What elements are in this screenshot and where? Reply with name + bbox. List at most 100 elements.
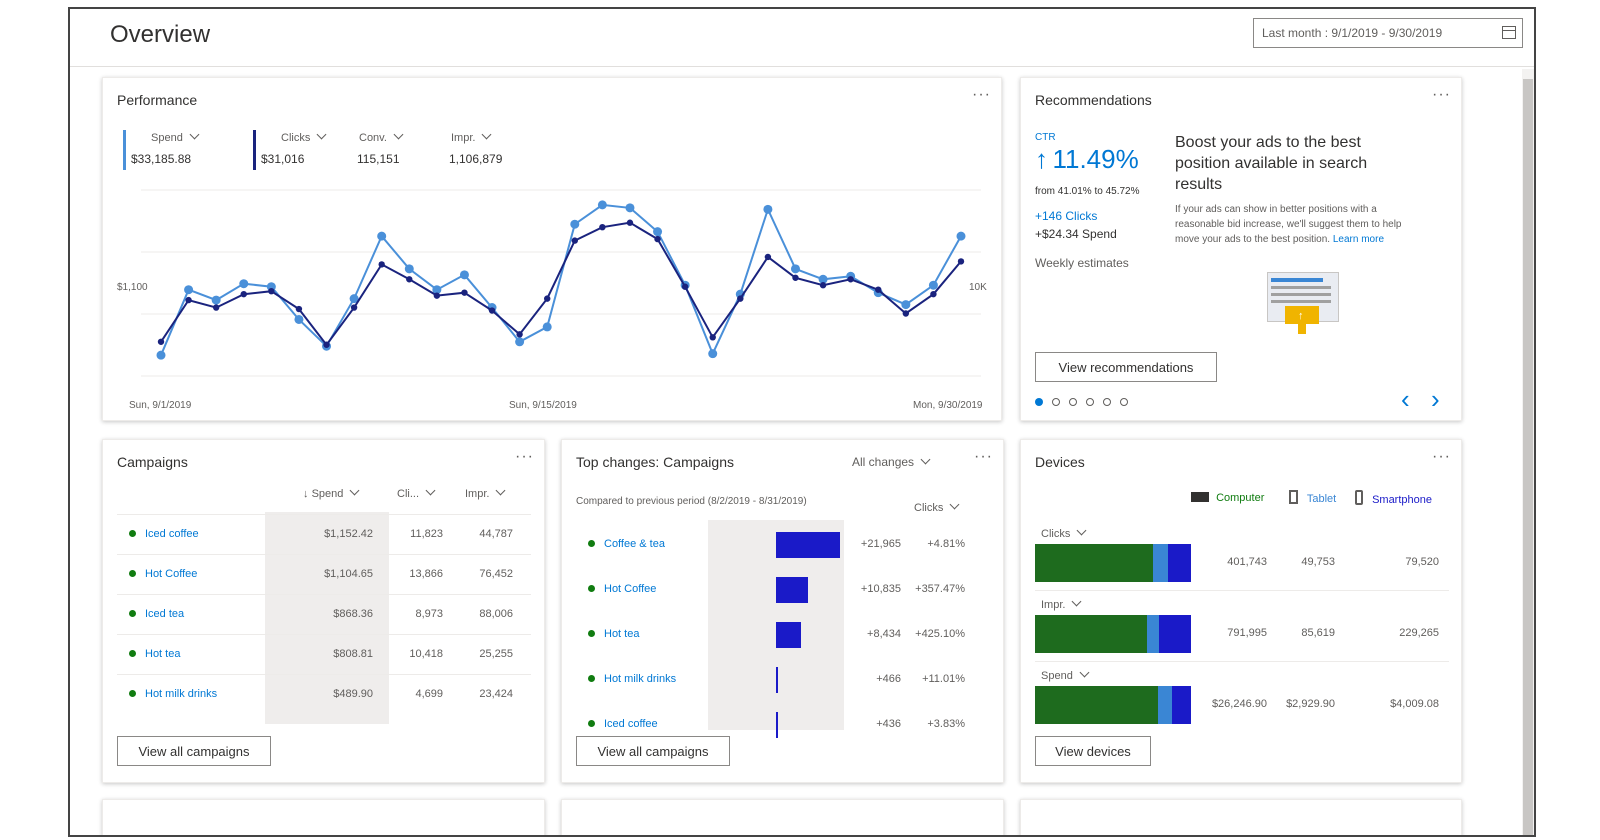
data-point-spend[interactable] xyxy=(459,270,469,280)
campaign-name-link[interactable]: Hot milk drinks xyxy=(604,673,676,685)
data-point-clicks[interactable] xyxy=(819,282,827,289)
data-point-clicks[interactable] xyxy=(323,341,330,348)
chevron-down-icon[interactable] xyxy=(920,454,931,465)
column-header-spend[interactable]: ↓ Spend xyxy=(303,485,360,500)
data-point-spend[interactable] xyxy=(901,300,911,310)
data-point-spend[interactable] xyxy=(763,204,773,214)
data-point-clicks[interactable] xyxy=(406,276,413,283)
data-point-clicks[interactable] xyxy=(268,287,275,295)
data-point-spend[interactable] xyxy=(708,349,718,359)
table-row[interactable]: Iced tea $868.36 8,973 88,006 xyxy=(103,600,544,630)
carousel-dot[interactable] xyxy=(1052,398,1060,406)
data-point-spend[interactable] xyxy=(239,279,249,289)
campaigns-more-icon[interactable]: ··· xyxy=(515,448,534,466)
chevron-down-icon[interactable] xyxy=(425,485,436,496)
data-point-clicks[interactable] xyxy=(847,276,854,283)
data-point-clicks[interactable] xyxy=(433,292,441,299)
all-changes-filter[interactable]: All changes xyxy=(852,454,931,469)
data-point-clicks[interactable] xyxy=(599,224,606,231)
chevron-down-icon[interactable] xyxy=(349,485,360,496)
learn-more-link[interactable]: Learn more xyxy=(1333,234,1384,245)
chevron-down-icon[interactable] xyxy=(1079,667,1090,678)
view-recommendations-button[interactable]: View recommendations xyxy=(1035,352,1217,382)
table-row[interactable]: Iced coffee $1,152.42 11,823 44,787 xyxy=(103,520,544,550)
top-changes-more-icon[interactable]: ··· xyxy=(974,448,993,466)
carousel-prev-icon[interactable]: ‹ xyxy=(1401,384,1410,415)
data-point-clicks[interactable] xyxy=(764,253,772,261)
campaign-name-link[interactable]: Hot Coffee xyxy=(145,568,197,580)
data-point-clicks[interactable] xyxy=(461,289,468,296)
campaign-name-link[interactable]: Coffee & tea xyxy=(604,538,665,550)
data-point-spend[interactable] xyxy=(790,264,800,274)
data-point-clicks[interactable] xyxy=(626,219,634,226)
data-point-clicks[interactable] xyxy=(185,296,192,304)
data-point-clicks[interactable] xyxy=(516,331,523,338)
scrollbar-thumb[interactable] xyxy=(1523,79,1533,835)
carousel-dot[interactable] xyxy=(1035,398,1043,406)
data-point-clicks[interactable] xyxy=(240,290,247,298)
list-item[interactable]: Hot tea +8,434 +425.10% xyxy=(562,616,1003,650)
table-row[interactable]: Hot milk drinks $489.90 4,699 23,424 xyxy=(103,680,544,710)
chevron-down-icon[interactable] xyxy=(949,499,960,510)
view-all-campaigns-button[interactable]: View all campaigns xyxy=(117,736,271,766)
date-range-picker[interactable]: Last month : 9/1/2019 - 9/30/2019 xyxy=(1253,18,1523,48)
data-point-clicks[interactable] xyxy=(350,304,358,311)
data-point-spend[interactable] xyxy=(956,231,966,241)
chevron-down-icon[interactable] xyxy=(496,485,506,496)
carousel-dot[interactable] xyxy=(1086,398,1094,406)
carousel-dot[interactable] xyxy=(1069,398,1077,406)
data-point-spend[interactable] xyxy=(211,295,221,305)
data-point-spend[interactable] xyxy=(377,231,387,241)
column-header-clicks[interactable]: Cli... xyxy=(397,485,436,500)
data-point-spend[interactable] xyxy=(597,200,607,210)
list-item[interactable]: Coffee & tea +21,965 +4.81% xyxy=(562,526,1003,560)
performance-chart[interactable]: $1,100 10K Sun, 9/1/2019 Sun, 9/15/2019 … xyxy=(103,78,1002,421)
chevron-down-icon[interactable] xyxy=(1072,596,1082,607)
data-point-spend[interactable] xyxy=(928,280,938,290)
data-point-clicks[interactable] xyxy=(544,295,551,302)
data-point-clicks[interactable] xyxy=(957,258,965,265)
data-point-clicks[interactable] xyxy=(212,304,220,311)
data-point-clicks[interactable] xyxy=(571,237,578,244)
data-point-clicks[interactable] xyxy=(930,290,937,298)
data-point-spend[interactable] xyxy=(625,203,635,213)
data-point-spend[interactable] xyxy=(404,264,414,274)
campaign-name-link[interactable]: Iced tea xyxy=(145,608,184,620)
campaign-name-link[interactable]: Hot tea xyxy=(145,648,180,660)
list-item[interactable]: Hot Coffee +10,835 +357.47% xyxy=(562,571,1003,605)
list-item[interactable]: Iced coffee +436 +3.83% xyxy=(562,706,1003,740)
campaign-name-link[interactable]: Hot milk drinks xyxy=(145,688,217,700)
recommendations-more-icon[interactable]: ··· xyxy=(1432,86,1451,104)
data-point-spend[interactable] xyxy=(542,322,552,332)
devices-more-icon[interactable]: ··· xyxy=(1432,448,1451,466)
carousel-dot[interactable] xyxy=(1103,398,1111,406)
carousel-next-icon[interactable]: › xyxy=(1431,384,1440,415)
data-point-clicks[interactable] xyxy=(902,310,910,317)
view-all-campaigns-button[interactable]: View all campaigns xyxy=(576,736,730,766)
campaign-name-link[interactable]: Iced coffee xyxy=(604,718,658,730)
data-point-clicks[interactable] xyxy=(737,295,744,302)
chevron-down-icon[interactable] xyxy=(1076,525,1087,536)
data-point-spend[interactable] xyxy=(653,227,663,237)
data-point-clicks[interactable] xyxy=(378,261,385,268)
data-point-clicks[interactable] xyxy=(295,305,303,313)
device-metric-select[interactable]: Spend xyxy=(1041,667,1090,682)
table-row[interactable]: Hot Coffee $1,104.65 13,866 76,452 xyxy=(103,560,544,590)
campaign-name-link[interactable]: Iced coffee xyxy=(145,528,199,540)
data-point-clicks[interactable] xyxy=(792,274,799,281)
data-point-spend[interactable] xyxy=(184,285,194,295)
data-point-clicks[interactable] xyxy=(157,338,165,345)
data-point-spend[interactable] xyxy=(515,337,525,347)
data-point-spend[interactable] xyxy=(156,350,166,360)
data-point-clicks[interactable] xyxy=(654,235,661,243)
table-row[interactable]: Hot tea $808.81 10,418 25,255 xyxy=(103,640,544,670)
carousel-dot[interactable] xyxy=(1120,398,1128,406)
scrollbar[interactable] xyxy=(1522,69,1534,835)
column-header-impr[interactable]: Impr. xyxy=(465,485,506,500)
data-point-clicks[interactable] xyxy=(709,334,716,341)
top-changes-metric-select[interactable]: Clicks xyxy=(914,499,960,514)
data-point-clicks[interactable] xyxy=(875,286,882,293)
data-point-clicks[interactable] xyxy=(488,307,496,314)
calendar-icon[interactable] xyxy=(1502,26,1516,39)
list-item[interactable]: Hot milk drinks +466 +11.01% xyxy=(562,661,1003,695)
